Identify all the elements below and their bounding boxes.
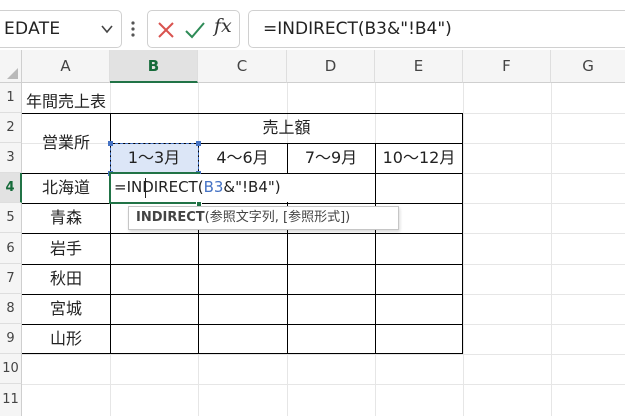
column-header-f[interactable]: F bbox=[463, 50, 551, 83]
sheet-title: 年間売上表 bbox=[26, 92, 107, 111]
row-header-10[interactable]: 10 bbox=[0, 354, 22, 384]
function-tooltip: INDIRECT(参照文字列, [参照形式]) bbox=[128, 206, 399, 230]
row-header-6[interactable]: 6 bbox=[0, 233, 22, 264]
row-header-9[interactable]: 9 bbox=[0, 324, 22, 354]
edit-suffix: &"!B4") bbox=[223, 178, 281, 196]
row-header-1[interactable]: 1 bbox=[0, 83, 22, 113]
formula-buttons: fx bbox=[147, 10, 240, 48]
row-header-11[interactable]: 11 bbox=[0, 384, 22, 416]
insert-function-icon[interactable]: fx bbox=[214, 15, 240, 43]
table-border bbox=[375, 143, 376, 353]
column-header-d[interactable]: D bbox=[287, 50, 375, 83]
select-all-corner[interactable] bbox=[0, 50, 22, 83]
edit-reference: B3 bbox=[203, 178, 224, 196]
formula-input[interactable]: =INDIRECT(B3&"!B4") bbox=[248, 10, 625, 48]
column-header-c[interactable]: C bbox=[198, 50, 287, 83]
period-label: 10〜12月 bbox=[382, 148, 456, 167]
gridline bbox=[22, 354, 625, 355]
column-header-g[interactable]: G bbox=[551, 50, 625, 83]
check-icon[interactable] bbox=[184, 19, 206, 41]
period-label: 4〜6月 bbox=[216, 148, 269, 167]
select-all-icon bbox=[7, 68, 18, 79]
row-header-3[interactable]: 3 bbox=[0, 143, 22, 173]
column-header-e[interactable]: E bbox=[375, 50, 463, 83]
row-header-8[interactable]: 8 bbox=[0, 294, 22, 324]
column-header-b[interactable]: B bbox=[110, 50, 198, 83]
office-label: 青森 bbox=[49, 208, 82, 227]
close-icon[interactable] bbox=[156, 20, 176, 40]
row-header-2[interactable]: 2 bbox=[0, 113, 22, 143]
tooltip-arguments: (参照文字列, [参照形式]) bbox=[204, 210, 351, 225]
office-label: 宮城 bbox=[49, 299, 82, 318]
name-box[interactable]: EDATE bbox=[0, 10, 122, 48]
office-label: 北海道 bbox=[41, 178, 90, 197]
in-cell-editor[interactable]: =INDIRECT(B3&"!B4") bbox=[111, 174, 306, 202]
gridline bbox=[551, 83, 552, 416]
name-box-value: EDATE bbox=[4, 19, 61, 39]
row-header-7[interactable]: 7 bbox=[0, 264, 22, 294]
row-header-5[interactable]: 5 bbox=[0, 203, 22, 233]
more-options-icon[interactable] bbox=[128, 14, 138, 44]
office-label: 岩手 bbox=[49, 239, 82, 258]
office-label: 山形 bbox=[49, 329, 82, 348]
gridline bbox=[463, 83, 464, 416]
period-label: 1〜3月 bbox=[127, 148, 181, 167]
edit-prefix: =INDIRECT( bbox=[114, 178, 204, 196]
text-cursor bbox=[145, 178, 146, 198]
period-label: 7〜9月 bbox=[304, 148, 358, 167]
row-header-4[interactable]: 4 bbox=[0, 173, 22, 203]
sales-header: 売上額 bbox=[262, 118, 311, 137]
tooltip-function[interactable]: INDIRECT bbox=[136, 210, 205, 225]
chevron-down-icon[interactable] bbox=[100, 22, 114, 36]
gridline bbox=[22, 384, 625, 385]
worksheet-grid: A B C D E F G 1 2 3 4 5 6 7 8 9 10 11 年間… bbox=[0, 50, 625, 416]
office-label: 秋田 bbox=[49, 269, 82, 288]
column-header-a[interactable]: A bbox=[22, 50, 110, 83]
formula-text: =INDIRECT(B3&"!B4") bbox=[263, 19, 452, 39]
edit-text: =INDIRECT(B3&"!B4") bbox=[114, 178, 281, 196]
office-header: 営業所 bbox=[41, 133, 90, 152]
